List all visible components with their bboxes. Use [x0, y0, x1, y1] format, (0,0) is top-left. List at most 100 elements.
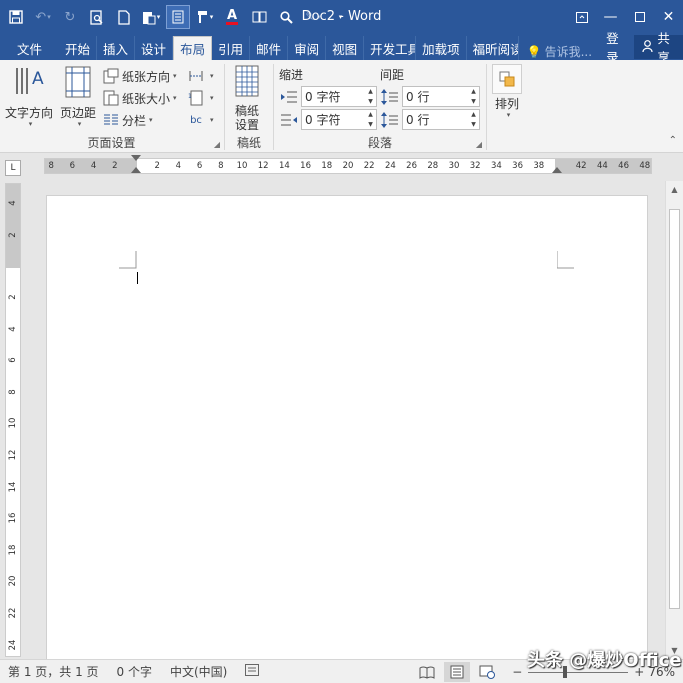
print-preview-icon[interactable] [85, 5, 109, 29]
quick-access-toolbar: ↶ ▾ ↻ ▾ ▾ A ✎ ▾ ▾ [0, 0, 355, 34]
page-setup-group-label: 页面设置 [87, 136, 136, 150]
document-page[interactable] [46, 195, 648, 659]
manuscript-setup-button[interactable]: 稿纸 设置 [232, 64, 262, 132]
orientation-button[interactable]: 纸张方向 ▾ [103, 66, 177, 86]
vertical-scrollbar[interactable]: ▲ ▼ [665, 181, 683, 659]
find-icon[interactable] [274, 5, 298, 29]
spacing-after-input[interactable]: 0 行 ▲ ▼ [402, 109, 480, 130]
tab-design[interactable]: 设计 [135, 36, 174, 60]
tab-layout[interactable]: 布局 [173, 36, 213, 60]
page-count[interactable]: 第 1 页，共 1 页 [8, 663, 99, 680]
format-painter-icon[interactable]: ▾ [193, 5, 217, 29]
vertical-ruler-tick: 14 [8, 481, 18, 493]
group-arrange: 排列 ▾ [488, 60, 532, 153]
tab-file[interactable]: 文件 [0, 36, 59, 60]
tell-me-box[interactable]: 💡 告诉我... [527, 43, 592, 60]
ruler-tick: 2 [112, 161, 118, 171]
document-area[interactable] [24, 181, 664, 659]
save-icon[interactable] [4, 5, 28, 29]
zoom-out-icon[interactable]: − [512, 665, 522, 679]
orientation-icon [103, 68, 119, 84]
margins-button[interactable]: 页边距 ▾ [60, 64, 96, 128]
person-icon [642, 39, 654, 55]
text-cursor [137, 272, 138, 284]
columns-button[interactable]: 分栏 ▾ [103, 110, 153, 130]
hyphenation-button[interactable]: bc ▾ [188, 110, 213, 130]
share-button[interactable]: 共享 [634, 31, 683, 65]
tell-me-text: 告诉我... [544, 45, 593, 59]
new-doc-icon[interactable] [112, 5, 136, 29]
horizontal-ruler[interactable]: 8 6 4 2 2 4 6 8 10 12 14 16 18 20 22 24 26 28 30 32 34 36 38 42… [44, 155, 652, 174]
indent-left-spinner[interactable]: ▲ ▼ [365, 87, 376, 106]
tab-developer[interactable]: 开发工具 [364, 36, 417, 60]
indent-label: 缩进 [279, 68, 304, 82]
spacing-before-input[interactable]: 0 行 ▲ ▼ [402, 86, 480, 107]
column-view-icon[interactable] [247, 5, 271, 29]
print-layout-icon[interactable] [444, 662, 471, 682]
paragraph-group-label: 段落 [367, 136, 392, 150]
tab-selector[interactable]: L [5, 160, 21, 176]
read-mode-icon[interactable] [414, 662, 440, 682]
group-manuscript: 稿纸 设置 稿纸 [226, 60, 272, 153]
tab-view[interactable]: 视图 [326, 36, 365, 60]
indent-right-spinner[interactable]: ▲ ▼ [365, 110, 376, 129]
scroll-thumb[interactable] [669, 209, 680, 609]
ruler-tick: 18 [321, 161, 333, 171]
columns-label: 分栏 [122, 113, 147, 128]
customize-icon[interactable]: ▾ [328, 5, 352, 29]
tab-insert[interactable]: 插入 [97, 36, 136, 60]
pen-icon[interactable]: ✎ ▾ [301, 5, 325, 29]
word-count[interactable]: 0 个字 [117, 663, 152, 680]
language[interactable]: 中文(中国) [170, 663, 227, 680]
right-indent-marker[interactable] [552, 167, 562, 173]
first-line-indent-marker[interactable] [131, 155, 141, 161]
paste-icon[interactable]: ▾ [139, 5, 163, 29]
touch-mode-icon[interactable] [166, 5, 190, 29]
ruler-tick: 34 [490, 161, 502, 171]
vertical-ruler-tick: 12 [8, 449, 18, 461]
web-layout-icon[interactable] [474, 662, 500, 682]
arrange-label: 排列 [494, 97, 519, 111]
tab-addins[interactable]: 加载项 [416, 36, 467, 60]
hyphenation-icon: bc [190, 114, 202, 126]
tab-review[interactable]: 审阅 [288, 36, 327, 60]
spacing-after-spinner[interactable]: ▲ ▼ [468, 110, 479, 129]
manuscript-label-2: 设置 [234, 118, 259, 132]
ruler-tick: 8 [218, 161, 224, 171]
breaks-button[interactable]: ▾ [188, 66, 214, 86]
vertical-ruler[interactable]: 4 2 2 4 6 8 10 12 14 16 18 20 22 24 [5, 183, 21, 657]
tab-mailings[interactable]: 邮件 [250, 36, 289, 60]
line-numbers-button[interactable]: 1 ▾ [188, 88, 214, 108]
left-indent-marker[interactable] [131, 167, 141, 173]
vertical-ruler-tick: 4 [8, 325, 18, 332]
tab-foxit[interactable]: 福昕阅读 [467, 36, 519, 60]
ribbon-display-icon[interactable] [567, 0, 596, 34]
ruler-tick: 26 [406, 161, 417, 171]
tab-home[interactable]: 开始 [59, 36, 98, 60]
undo-icon[interactable]: ↶ ▾ [31, 5, 55, 29]
indent-left-input[interactable]: 0 字符 ▲ ▼ [301, 86, 377, 107]
indent-right-input[interactable]: 0 字符 ▲ ▼ [301, 109, 377, 130]
macro-record-icon[interactable] [245, 664, 260, 679]
spacing-before-spinner[interactable]: ▲ ▼ [468, 87, 479, 106]
tab-references[interactable]: 引用 [212, 36, 251, 60]
scroll-up-icon[interactable]: ▲ [666, 181, 683, 198]
arrange-button[interactable]: 排列 ▾ [492, 64, 522, 119]
vertical-ruler-tick: 20 [8, 575, 18, 587]
vertical-ruler-tick: 4 [8, 200, 18, 206]
ruler-tick: 32 [469, 161, 481, 171]
size-button[interactable]: 纸张大小 ▾ [103, 88, 177, 108]
columns-icon [103, 112, 119, 128]
font-color-icon[interactable]: A [220, 5, 244, 29]
page-setup-launcher-icon[interactable]: ◢ [214, 140, 220, 149]
ruler-tick: 4 [175, 161, 182, 171]
redo-icon[interactable]: ↻ [58, 5, 82, 29]
vertical-ruler-tick: 24 [8, 639, 18, 651]
ruler-tick: 48 [639, 161, 651, 171]
margins-label: 页边距 [60, 106, 97, 120]
paragraph-launcher-icon[interactable]: ◢ [476, 140, 482, 149]
text-direction-button[interactable]: A 文字方向 ▾ [5, 64, 53, 128]
maximize-icon[interactable] [625, 0, 654, 34]
orientation-label: 纸张方向 [122, 69, 171, 84]
collapse-ribbon-icon[interactable]: ⌃ [669, 135, 677, 146]
